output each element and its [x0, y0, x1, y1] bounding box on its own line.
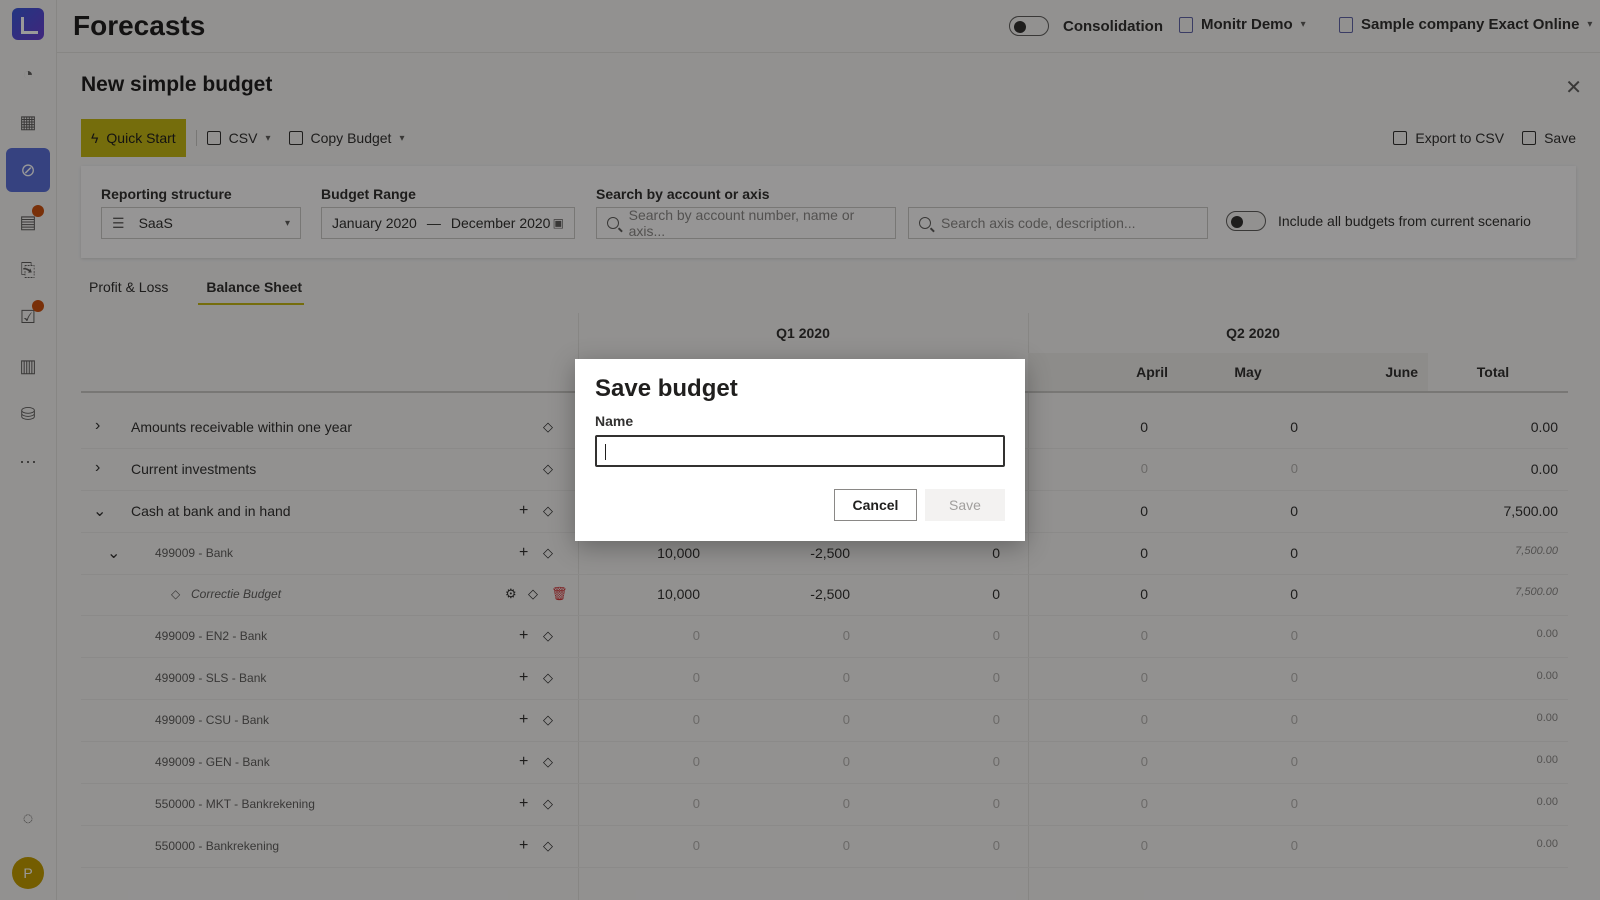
- modal-overlay: Save budget Name Cancel Save: [0, 0, 1600, 900]
- cancel-button[interactable]: Cancel: [834, 489, 917, 521]
- save-budget-dialog: Save budget Name Cancel Save: [575, 359, 1025, 541]
- name-label: Name: [595, 413, 634, 429]
- dialog-save-button[interactable]: Save: [925, 489, 1005, 521]
- text-cursor: [605, 444, 606, 460]
- budget-name-input[interactable]: [595, 435, 1005, 467]
- dialog-title: Save budget: [595, 375, 738, 402]
